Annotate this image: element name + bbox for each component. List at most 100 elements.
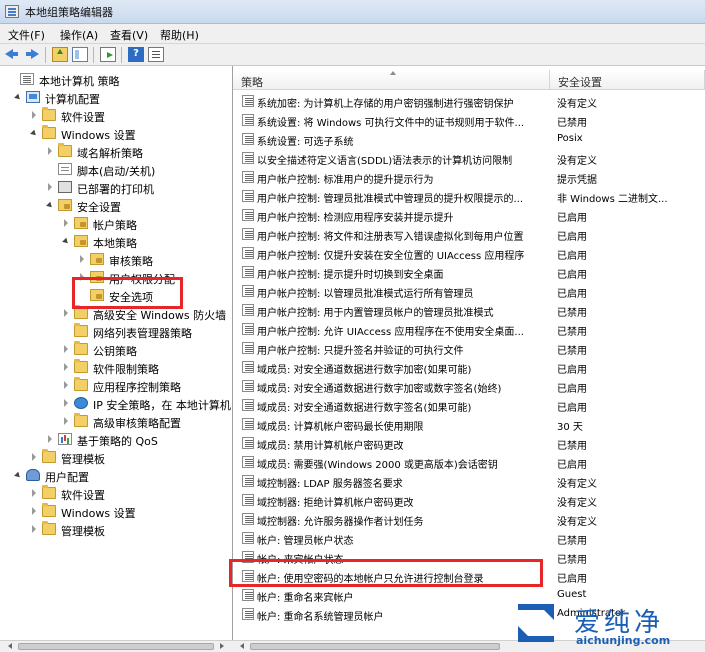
policy-setting-value: 已禁用 [557, 327, 587, 338]
properties-icon[interactable] [148, 47, 164, 62]
folder-icon [42, 107, 56, 121]
policy-setting-icon [242, 437, 254, 449]
scroll-left-icon[interactable] [8, 643, 12, 649]
expand-arrow-icon[interactable] [62, 398, 71, 408]
policy-list[interactable]: 策略 安全设置 系统加密: 为计算机上存储的用户密钥强制进行强密钥保护 没有定义系… [233, 66, 705, 640]
expand-arrow-icon[interactable] [62, 344, 71, 354]
printer-icon [58, 181, 72, 193]
table-row[interactable]: 帐户: 管理员帐户状态 已禁用 [233, 529, 705, 548]
expand-arrow-icon[interactable] [62, 218, 71, 228]
table-row[interactable]: 域控制器: 允许服务器操作者计划任务 没有定义 [233, 510, 705, 529]
policy-setting-value: 已禁用 [557, 346, 587, 357]
policy-setting-value: 已禁用 [557, 555, 587, 566]
table-row[interactable]: 域控制器: LDAP 服务器签名要求 没有定义 [233, 472, 705, 491]
table-row[interactable]: 域控制器: 拒绝计算机帐户密码更改 没有定义 [233, 491, 705, 510]
policy-name: 以安全描述符定义语言(SDDL)语法表示的计算机访问限制 [257, 156, 513, 167]
tree-node-label: 公钥策略 [93, 345, 137, 358]
policy-name: 域成员: 计算机帐户密码最长使用期限 [257, 422, 424, 433]
table-row[interactable]: 域成员: 禁用计算机帐户密码更改 已禁用 [233, 434, 705, 453]
policy-name: 帐户: 管理员帐户状态 [257, 536, 354, 547]
tree-node-label: IP 安全策略，在 本地计算机 [93, 399, 231, 412]
table-row[interactable]: 用户帐户控制: 仅提升安装在安全位置的 UIAccess 应用程序 已启用 [233, 244, 705, 263]
menu-help[interactable]: 帮助(H) [160, 27, 199, 43]
table-row[interactable]: 用户帐户控制: 允许 UIAccess 应用程序在不使用安全桌面... 已禁用 [233, 320, 705, 339]
expand-arrow-icon[interactable] [46, 182, 55, 192]
policy-name: 域控制器: LDAP 服务器签名要求 [257, 479, 403, 490]
show-hide-tree-icon[interactable] [72, 47, 88, 62]
table-row[interactable]: 用户帐户控制: 只提升签名并验证的可执行文件 已禁用 [233, 339, 705, 358]
collapse-arrow-icon[interactable] [14, 92, 23, 102]
watermark: 爱纯净 aichunjing.com [512, 600, 702, 652]
policy-name: 帐户: 重命名系统管理员帐户 [257, 612, 384, 623]
policy-name: 域成员: 需要强(Windows 2000 或更高版本)会话密钥 [257, 460, 498, 471]
policy-editor-app-icon [5, 5, 19, 18]
table-row[interactable]: 域成员: 对安全通道数据进行数字加密或数字签名(始终) 已启用 [233, 377, 705, 396]
table-row[interactable]: 系统加密: 为计算机上存储的用户密钥强制进行强密钥保护 没有定义 [233, 92, 705, 111]
tree-node-label: 帐户策略 [93, 219, 137, 232]
tree-node-label: Windows 设置 [61, 507, 136, 520]
scroll-thumb-list[interactable] [250, 643, 500, 650]
policy-name: 用户帐户控制: 仅提升安装在安全位置的 UIAccess 应用程序 [257, 251, 525, 262]
table-row[interactable]: 用户帐户控制: 标准用户的提升提示行为 提示凭据 [233, 168, 705, 187]
expand-arrow-icon[interactable] [62, 380, 71, 390]
table-row[interactable]: 域成员: 计算机帐户密码最长使用期限 30 天 [233, 415, 705, 434]
expand-arrow-icon[interactable] [30, 110, 39, 120]
folder-icon [42, 521, 56, 535]
table-row[interactable]: 域成员: 对安全通道数据进行数字加密(如果可能) 已启用 [233, 358, 705, 377]
collapse-arrow-icon[interactable] [46, 200, 55, 210]
table-row[interactable]: 域成员: 对安全通道数据进行数字签名(如果可能) 已启用 [233, 396, 705, 415]
policy-setting-icon [242, 380, 254, 392]
policy-setting-icon [242, 152, 254, 164]
expand-arrow-icon[interactable] [62, 308, 71, 318]
table-row[interactable]: 域成员: 需要强(Windows 2000 或更高版本)会话密钥 已启用 [233, 453, 705, 472]
qos-chart-icon [58, 433, 72, 445]
policy-setting-icon [242, 418, 254, 430]
expand-arrow-icon[interactable] [30, 452, 39, 462]
table-row[interactable]: 以安全描述符定义语言(SDDL)语法表示的计算机访问限制 没有定义 [233, 149, 705, 168]
expand-arrow-icon[interactable] [62, 362, 71, 372]
collapse-arrow-icon[interactable] [62, 236, 71, 246]
back-arrow-icon[interactable] [4, 47, 20, 62]
navigation-tree[interactable]: 本地计算机 策略 计算机配置 软件设置 Windows 设置 域名解析策略 脚本(启动/关… [0, 66, 233, 640]
scroll-left-icon[interactable] [240, 643, 244, 649]
folder-icon [42, 125, 56, 139]
scroll-right-icon[interactable] [220, 643, 224, 649]
forward-arrow-icon[interactable] [24, 47, 40, 62]
table-row[interactable]: 用户帐户控制: 用于内置管理员帐户的管理员批准模式 已禁用 [233, 301, 705, 320]
collapse-arrow-icon[interactable] [30, 128, 39, 138]
table-row[interactable]: 用户帐户控制: 提示提升时切换到安全桌面 已启用 [233, 263, 705, 282]
column-header-setting[interactable]: 安全设置 [550, 70, 705, 90]
tree-node-label: 脚本(启动/关机) [77, 165, 156, 178]
policy-name: 帐户: 重命名来宾帐户 [257, 593, 354, 604]
policy-setting-value: 已启用 [557, 460, 587, 471]
table-row[interactable]: 用户帐户控制: 以管理员批准模式运行所有管理员 已启用 [233, 282, 705, 301]
column-header-policy[interactable]: 策略 [233, 70, 550, 90]
up-folder-icon[interactable] [52, 47, 68, 62]
expand-arrow-icon[interactable] [30, 506, 39, 516]
menu-action[interactable]: 操作(A) [60, 27, 98, 43]
scroll-thumb-tree[interactable] [18, 643, 214, 650]
table-row[interactable]: 用户帐户控制: 检测应用程序安装并提示提升 已启用 [233, 206, 705, 225]
policy-setting-icon [242, 190, 254, 202]
policy-name: 用户帐户控制: 将文件和注册表写入错误虚拟化到每用户位置 [257, 232, 524, 243]
table-row[interactable]: 用户帐户控制: 管理员批准模式中管理员的提升权限提示的... 非 Windows … [233, 187, 705, 206]
collapse-arrow-icon[interactable] [14, 470, 23, 480]
expand-arrow-icon[interactable] [30, 524, 39, 534]
expand-arrow-icon[interactable] [46, 146, 55, 156]
tree-node-label: 软件限制策略 [93, 363, 159, 376]
export-list-icon[interactable] [100, 47, 116, 62]
tree-node-label: 本地计算机 策略 [39, 75, 120, 88]
table-row[interactable]: 系统设置: 可选子系统 Posix [233, 130, 705, 149]
expand-arrow-icon[interactable] [78, 254, 87, 264]
menu-view[interactable]: 查看(V) [110, 27, 148, 43]
policy-name: 用户帐户控制: 提示提升时切换到安全桌面 [257, 270, 444, 281]
help-icon[interactable]: ? [128, 47, 144, 62]
expand-arrow-icon[interactable] [30, 488, 39, 498]
table-row[interactable]: 系统设置: 将 Windows 可执行文件中的证书规则用于软件... 已禁用 [233, 111, 705, 130]
policy-name: 域成员: 对安全通道数据进行数字加密(如果可能) [257, 365, 472, 376]
policy-setting-icon [242, 304, 254, 316]
table-row[interactable]: 用户帐户控制: 将文件和注册表写入错误虚拟化到每用户位置 已启用 [233, 225, 705, 244]
expand-arrow-icon[interactable] [46, 434, 55, 444]
menu-file[interactable]: 文件(F) [8, 27, 45, 43]
expand-arrow-icon[interactable] [62, 416, 71, 426]
